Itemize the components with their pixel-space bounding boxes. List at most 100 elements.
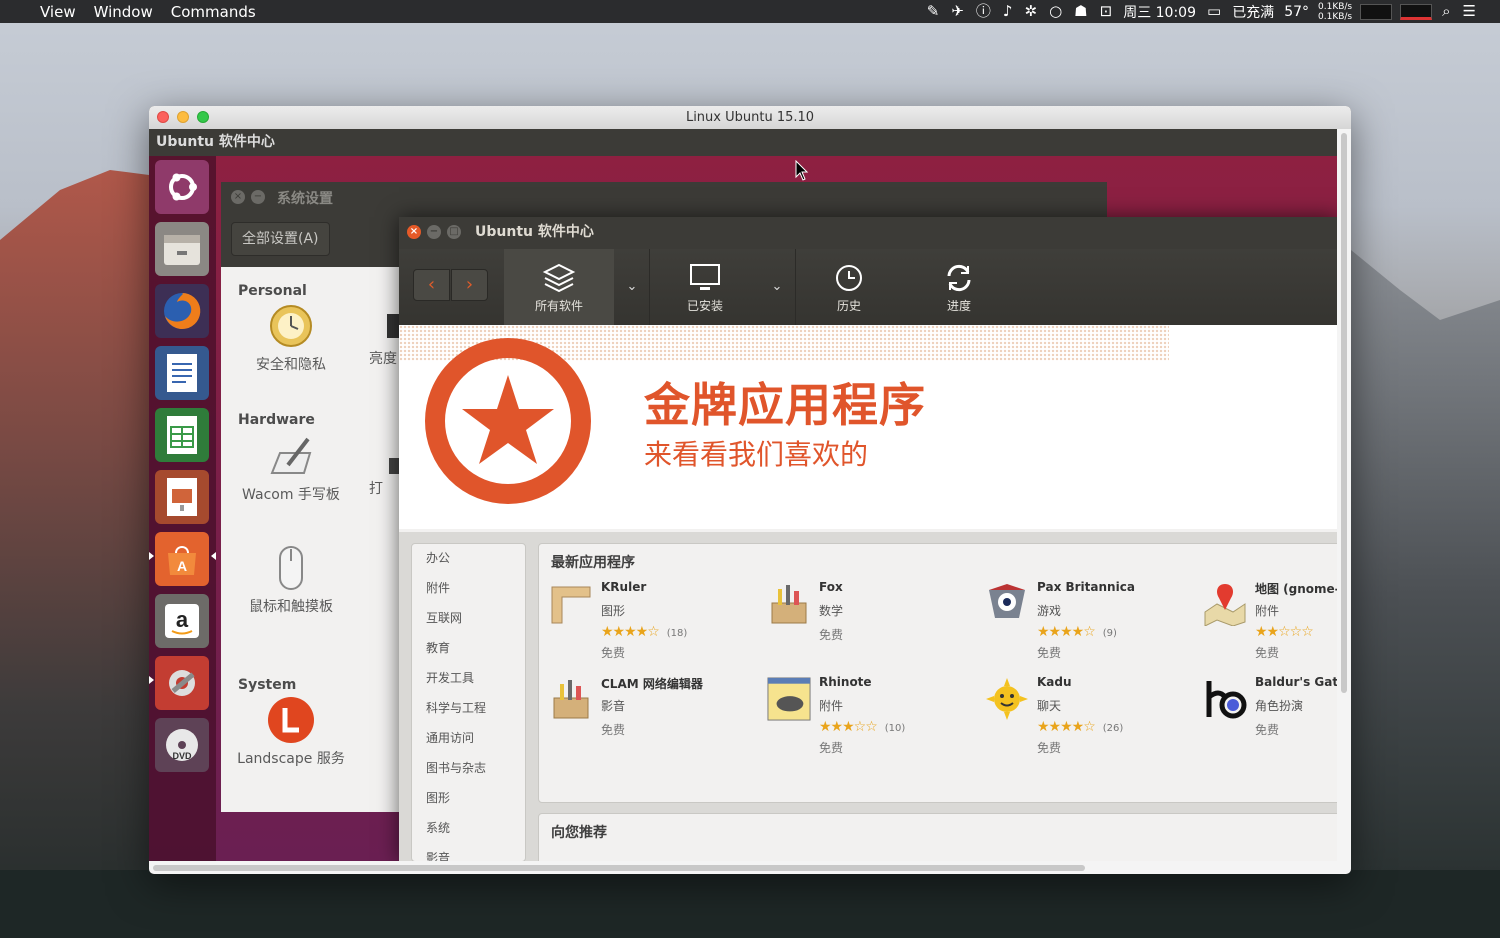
brightness-icon	[369, 302, 399, 350]
minimize-button[interactable]	[177, 111, 189, 123]
category-item[interactable]: 办公	[426, 549, 450, 566]
calc-icon[interactable]	[155, 408, 209, 462]
menu-app-name[interactable]: vmx	[0, 0, 215, 54]
net-up: 0.1KB/s	[1318, 1, 1353, 12]
settings-hardware-partial[interactable]: 打	[369, 432, 399, 499]
settings-close-button[interactable]: ×	[231, 190, 245, 204]
vm-titlebar[interactable]: Linux Ubuntu 15.10	[149, 106, 1351, 129]
writer-icon[interactable]	[155, 346, 209, 400]
category-item[interactable]: 互联网	[426, 609, 462, 626]
app-tile-fox[interactable]: Fox 数学 免费	[767, 580, 982, 665]
cpu-graph[interactable]	[1360, 3, 1393, 20]
all-settings-button[interactable]: 全部设置(A)	[231, 222, 330, 256]
settings-mouse[interactable]: 鼠标和触摸板	[231, 544, 351, 617]
app-price: 免费	[819, 628, 844, 642]
dvd-icon[interactable]: DVD	[155, 718, 209, 772]
horizontal-scrollbar[interactable]	[149, 861, 1337, 874]
menubar-clock[interactable]: 周三 10:09	[1118, 2, 1201, 22]
banner-subtitle: 来看看我们喜欢的	[644, 438, 869, 471]
app-tile-clam[interactable]: CLAM 网络编辑器 影音 免费	[549, 675, 764, 760]
download-icon[interactable]: ⊡	[1094, 0, 1119, 23]
scrollbar-thumb[interactable]	[153, 865, 1085, 871]
menubar-temp[interactable]: 57°	[1279, 4, 1314, 20]
recommend-heading: 向您推荐	[551, 825, 607, 841]
sc-titlebar[interactable]: × − □ Ubuntu 软件中心	[399, 217, 1339, 249]
app-name: Pax Britannica	[1037, 580, 1135, 594]
search-icon[interactable]: ⌕	[1436, 0, 1456, 23]
plane-icon[interactable]: ✈	[945, 0, 970, 23]
toolbar-separator-2	[795, 249, 796, 325]
menubar-battery[interactable]: 已充满	[1227, 2, 1279, 22]
sc-close-button[interactable]: ×	[407, 225, 421, 239]
settings-running-indicator	[149, 676, 154, 684]
settings-wacom[interactable]: Wacom 手写板	[231, 432, 351, 505]
category-item[interactable]: 图书与杂志	[426, 759, 486, 776]
loader-icon[interactable]: ✲	[1019, 0, 1044, 23]
list-icon[interactable]: ☰	[1457, 0, 1500, 23]
mem-graph[interactable]	[1400, 3, 1433, 20]
featured-banner[interactable]: 金牌应用程序 来看看我们喜欢的	[399, 325, 1339, 529]
brightness-label: 亮度	[369, 351, 397, 367]
installed-dropdown[interactable]: ⌄	[760, 249, 794, 325]
menubar-network[interactable]: 0.1KB/s 0.1KB/s	[1314, 2, 1356, 22]
category-item[interactable]: 开发工具	[426, 669, 474, 686]
tab-installed-label: 已安装	[686, 299, 723, 313]
app-tile-rhinote[interactable]: Rhinote 附件 ★★★☆☆ (10) 免费	[767, 675, 982, 760]
rhino-icon	[767, 677, 811, 721]
vertical-scrollbar[interactable]	[1337, 129, 1351, 874]
close-button[interactable]	[157, 111, 169, 123]
category-item[interactable]: 图形	[426, 789, 450, 806]
category-item[interactable]: 科学与工程	[426, 699, 486, 716]
app-tile-kadu[interactable]: Kadu 聊天 ★★★★☆ (26) 免费	[985, 675, 1200, 760]
category-item[interactable]: 教育	[426, 639, 450, 656]
settings-brightness[interactable]: 亮度	[369, 302, 399, 369]
app-category: 游戏	[1037, 604, 1062, 618]
ubuntu-dash-icon[interactable]	[155, 160, 209, 214]
app-tile-kruler[interactable]: KRuler 图形 ★★★★☆ (18) 免费	[549, 580, 764, 665]
app-price: 免费	[601, 723, 626, 737]
landscape-icon	[267, 696, 315, 744]
app-tile-maps[interactable]: 地图 (gnome- 附件 ★★☆☆☆ 免费	[1203, 580, 1347, 665]
user-icon[interactable]: ☗	[1068, 0, 1093, 23]
sc-toolbar: ‹ › 所有软件 ⌄ 已安装 ⌄ 历史 进度	[399, 249, 1339, 325]
ubuntu-desktop: A a DVD × − 系统设置 全部设置(A) Personal 安全和隐私 …	[149, 156, 1348, 873]
info-icon[interactable]: ⓘ	[970, 0, 997, 23]
sc-maximize-button[interactable]: □	[447, 225, 461, 239]
firefox-icon[interactable]	[155, 284, 209, 338]
app-tile-pax[interactable]: Pax Britannica 游戏 ★★★★☆ (9) 免费	[985, 580, 1200, 665]
settings-landscape[interactable]: Landscape 服务	[231, 696, 351, 769]
tab-all-software[interactable]: 所有软件	[504, 249, 614, 325]
category-item[interactable]: 附件	[426, 579, 450, 596]
tab-progress[interactable]: 进度	[907, 249, 1011, 325]
baldurs-gate-icon	[1203, 677, 1247, 721]
sc-minimize-button[interactable]: −	[427, 225, 441, 239]
tab-history[interactable]: 历史	[797, 249, 901, 325]
app-price: 免费	[1255, 723, 1280, 737]
app-tile-baldurs-gate[interactable]: Baldur's Gate 角色扮演 免费	[1203, 675, 1347, 760]
app-name: CLAM 网络编辑器	[601, 677, 703, 691]
back-button[interactable]: ‹	[413, 269, 450, 301]
settings-security-privacy[interactable]: 安全和隐私	[231, 302, 351, 375]
all-software-dropdown[interactable]: ⌄	[615, 249, 649, 325]
app-price: 免费	[1037, 741, 1062, 755]
files-icon[interactable]	[155, 222, 209, 276]
wacom-tablet-icon	[267, 432, 315, 480]
pen-icon[interactable]: ✎	[921, 0, 946, 23]
forward-button[interactable]: ›	[451, 269, 488, 301]
amazon-icon[interactable]: a	[155, 594, 209, 648]
sc-content: 办公 附件 互联网 教育 开发工具 科学与工程 通用访问 图书与杂志 图形 系统…	[399, 532, 1348, 873]
category-item[interactable]: 系统	[426, 819, 450, 836]
twitter-icon[interactable]: ♪	[997, 0, 1019, 23]
scrollbar-thumb[interactable]	[1341, 133, 1347, 693]
rating-count: (10)	[884, 723, 906, 734]
circle-icon[interactable]: ○	[1043, 0, 1068, 23]
zoom-button[interactable]	[197, 111, 209, 123]
app-name: Baldur's Gate	[1255, 675, 1347, 689]
system-settings-icon[interactable]	[155, 656, 209, 710]
impress-icon[interactable]	[155, 470, 209, 524]
tab-installed[interactable]: 已安装	[651, 249, 759, 325]
category-item[interactable]: 通用访问	[426, 729, 474, 746]
software-center-icon[interactable]: A	[155, 532, 209, 586]
battery-icon[interactable]: ▭	[1201, 0, 1227, 23]
settings-minimize-button[interactable]: −	[251, 190, 265, 204]
